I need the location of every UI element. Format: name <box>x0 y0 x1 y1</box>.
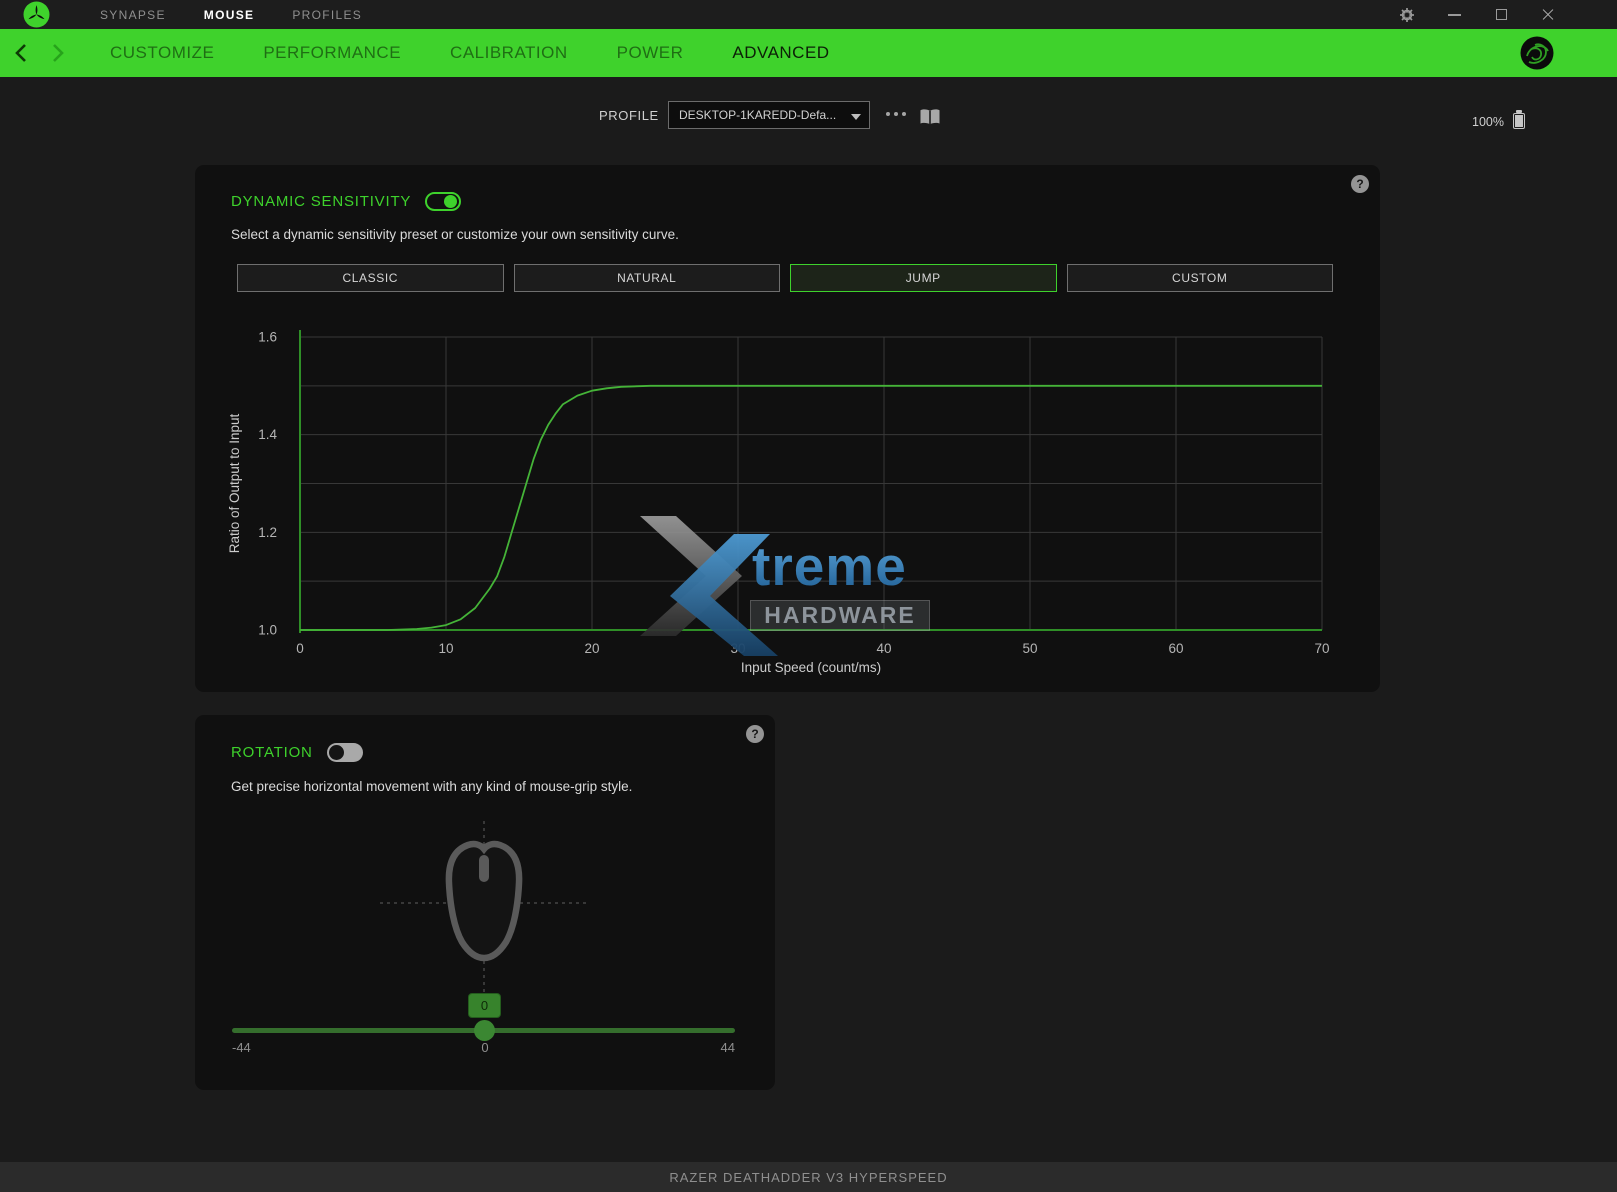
slider-max-label: 44 <box>721 1040 735 1055</box>
profile-label: PROFILE <box>599 108 659 123</box>
rotation-panel: ? ROTATION Get precise horizontal moveme… <box>195 715 775 1090</box>
avatar[interactable] <box>1520 36 1554 70</box>
x-tick-label: 0 <box>296 641 304 656</box>
x-tick-label: 10 <box>438 641 453 656</box>
watermark-subtext: HARDWARE <box>750 600 930 631</box>
x-tick-label: 20 <box>584 641 599 656</box>
chevron-down-icon <box>851 114 861 120</box>
titlebar-tab-synapse[interactable]: SYNAPSE <box>100 8 166 22</box>
slider-min-label: -44 <box>232 1040 251 1055</box>
tab-calibration[interactable]: CALIBRATION <box>450 43 568 63</box>
tab-customize[interactable]: CUSTOMIZE <box>110 43 214 63</box>
more-options-button[interactable] <box>886 112 906 116</box>
mouse-rotation-figure <box>364 815 606 1015</box>
preset-button-jump[interactable]: JUMP <box>790 264 1057 292</box>
profile-select[interactable]: DESKTOP-1KAREDD-Defa... <box>668 101 870 129</box>
y-axis-label: Ratio of Output to Input <box>227 413 242 553</box>
watermark-text: treme <box>752 534 907 598</box>
scroll-wheel <box>479 855 489 882</box>
titlebar-tab-profiles[interactable]: PROFILES <box>292 8 362 22</box>
minimize-button[interactable] <box>1437 0 1471 29</box>
help-icon[interactable]: ? <box>746 725 764 743</box>
toggle-knob <box>329 745 344 760</box>
y-tick-label: 1.0 <box>258 623 277 638</box>
settings-gear-button[interactable] <box>1390 0 1424 29</box>
profile-row: PROFILE DESKTOP-1KAREDD-Defa... 100% <box>0 95 1617 145</box>
forward-arrow-button[interactable] <box>43 38 73 68</box>
chevron-right-icon <box>51 43 65 63</box>
rotation-title: ROTATION <box>231 744 313 761</box>
rotation-toggle[interactable] <box>327 743 363 762</box>
profile-guide-book-icon[interactable] <box>919 108 941 126</box>
device-name: RAZER DEATHADDER V3 HYPERSPEED <box>669 1170 947 1185</box>
mouse-icon <box>449 844 519 958</box>
toggle-knob <box>444 195 457 208</box>
maximize-icon <box>1496 9 1507 20</box>
rotation-description: Get precise horizontal movement with any… <box>231 779 632 794</box>
tab-performance[interactable]: PERFORMANCE <box>263 43 401 63</box>
device-footer-bar: RAZER DEATHADDER V3 HYPERSPEED <box>0 1162 1617 1192</box>
y-tick-label: 1.6 <box>258 330 277 345</box>
sensitivity-preset-row: CLASSIC NATURAL JUMP CUSTOM <box>237 264 1333 292</box>
tab-power[interactable]: POWER <box>617 43 684 63</box>
titlebar: SYNAPSE MOUSE PROFILES <box>0 0 1617 29</box>
dynamic-sensitivity-description: Select a dynamic sensitivity preset or c… <box>231 227 679 242</box>
preset-button-custom[interactable]: CUSTOM <box>1067 264 1334 292</box>
battery-percent: 100% <box>1472 115 1504 129</box>
battery-icon <box>1513 110 1525 129</box>
close-icon <box>1541 8 1555 22</box>
help-icon[interactable]: ? <box>1351 175 1369 193</box>
device-nav-bar: CUSTOMIZE PERFORMANCE CALIBRATION POWER ADVA… <box>0 29 1617 77</box>
x-axis-label: Input Speed (count/ms) <box>741 660 881 675</box>
tab-advanced[interactable]: ADVANCED <box>732 43 829 63</box>
chevron-left-icon <box>14 43 28 63</box>
maximize-button[interactable] <box>1484 0 1518 29</box>
preset-button-classic[interactable]: CLASSIC <box>237 264 504 292</box>
rotation-slider-thumb[interactable] <box>474 1020 495 1041</box>
x-tick-label: 60 <box>1168 641 1183 656</box>
dynamic-sensitivity-title: DYNAMIC SENSITIVITY <box>231 193 411 210</box>
razer-synapse-window: SYNAPSEMOUSEPROFILES CU <box>0 0 1617 1192</box>
xtreme-hardware-watermark: treme HARDWARE <box>632 508 942 658</box>
y-tick-label: 1.4 <box>258 427 277 442</box>
x-tick-label: 50 <box>1022 641 1037 656</box>
titlebar-tabs: SYNAPSE MOUSE PROFILES <box>100 0 362 29</box>
rotation-value-badge: 0 <box>468 993 501 1018</box>
dynamic-sensitivity-toggle[interactable] <box>425 192 461 211</box>
back-arrow-button[interactable] <box>6 38 36 68</box>
close-button[interactable] <box>1531 0 1565 29</box>
y-tick-label: 1.2 <box>258 525 277 540</box>
razer-logo-icon[interactable] <box>23 1 50 28</box>
titlebar-tab-mouse[interactable]: MOUSE <box>204 8 255 22</box>
gear-icon <box>1399 7 1415 23</box>
preset-button-natural[interactable]: NATURAL <box>514 264 781 292</box>
slider-center-label: 0 <box>481 1040 488 1055</box>
profile-select-value: DESKTOP-1KAREDD-Defa... <box>679 108 836 122</box>
x-tick-label: 70 <box>1314 641 1329 656</box>
minimize-icon <box>1448 14 1461 16</box>
device-nav-tabs: CUSTOMIZE PERFORMANCE CALIBRATION POWER ADVA… <box>110 29 830 77</box>
